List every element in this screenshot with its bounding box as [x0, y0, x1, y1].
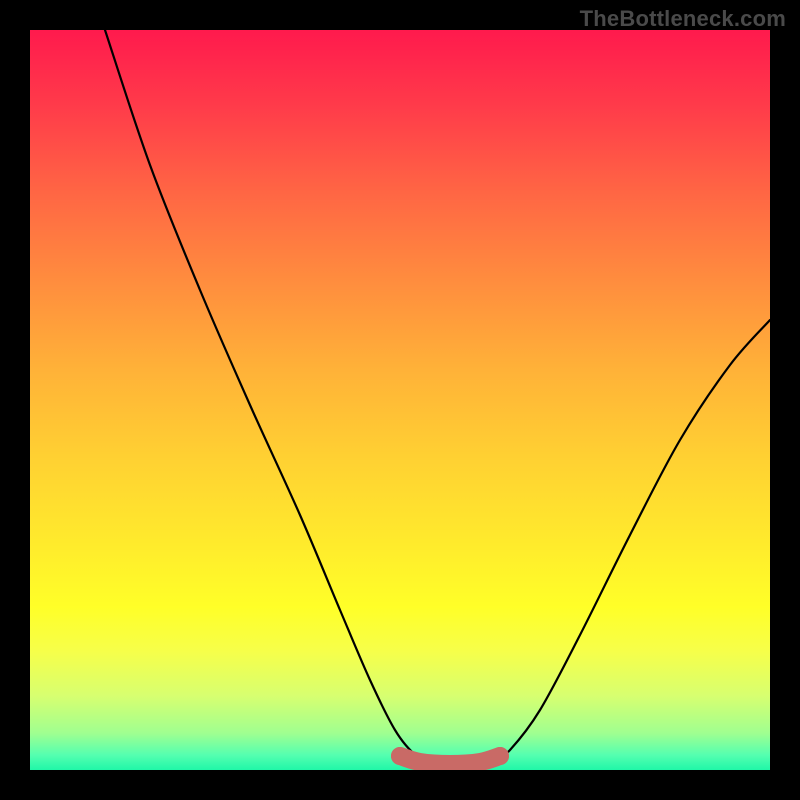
plot-area [30, 30, 770, 770]
chart-frame: TheBottleneck.com [0, 0, 800, 800]
watermark-label: TheBottleneck.com [580, 6, 786, 32]
bottom-band [400, 756, 500, 764]
band-dot-left [391, 747, 409, 765]
chart-svg [30, 30, 770, 770]
right-curve [490, 320, 770, 765]
left-curve [105, 30, 430, 765]
band-dot-right [491, 747, 509, 765]
